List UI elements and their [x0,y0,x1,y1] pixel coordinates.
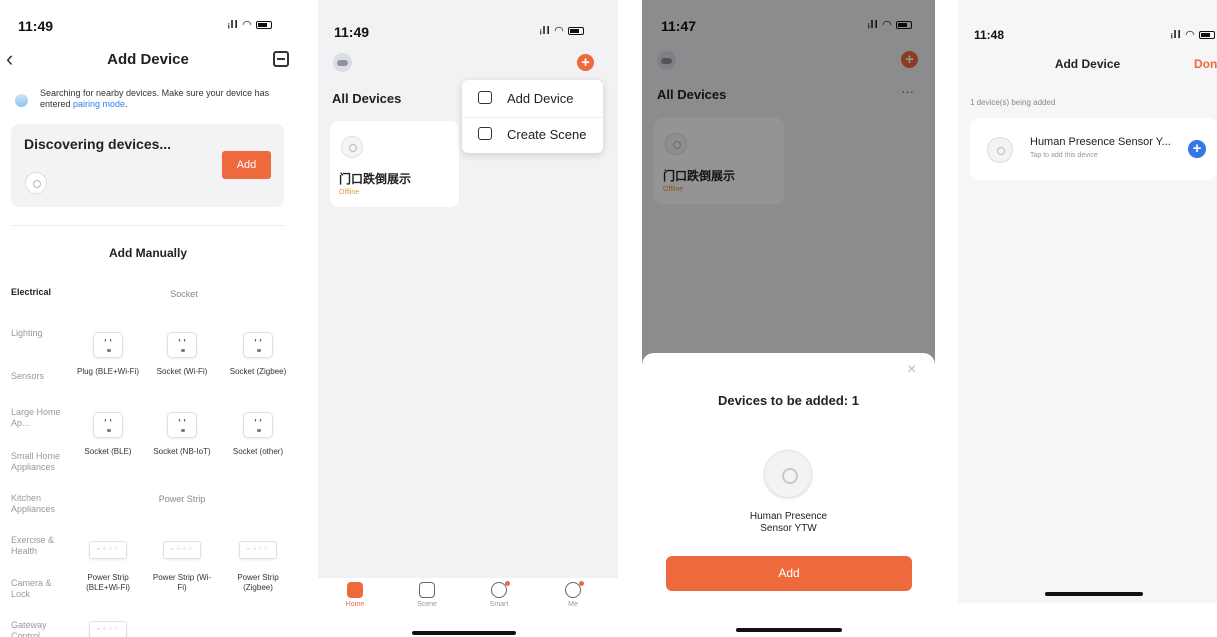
device-label[interactable]: Socket (other) [226,447,290,457]
socket-icon[interactable] [243,412,273,438]
adding-screen: 11:48 ᵢll ◠ Add Device Done 1 device(s) … [958,0,1217,603]
socket-icon[interactable] [167,412,197,438]
category-camera[interactable]: Camera & Lock [11,578,69,600]
plug-icon[interactable] [93,332,123,358]
sensor-device-icon [764,450,812,498]
category-exercise[interactable]: Exercise & Health [11,535,69,557]
notification-dot [505,581,510,586]
home-indicator [736,628,842,632]
scene-icon [419,582,435,598]
searching-text: Searching for nearby devices. Make sure … [40,88,270,109]
tab-home[interactable]: Home [331,582,379,608]
home-indicator [412,631,516,635]
sensor-device-icon [25,172,47,194]
all-devices-title: All Devices [332,91,402,106]
status-time: 11:49 [18,18,54,34]
tab-bar: Home Scene Smart Me [318,578,618,623]
socket-icon[interactable] [167,332,197,358]
home-screen: 11:49 ᵢll ◠ + All Devices 门口跌倒展示 Offline… [318,0,618,623]
menu-create-scene[interactable]: Create Scene [462,117,603,153]
add-button[interactable]: Add [222,151,271,179]
status-icons: ᵢll ◠ [1171,28,1216,41]
page-title: Add Device [1054,57,1121,71]
device-label[interactable]: Socket (BLE) [76,447,140,457]
add-button[interactable]: Add [666,556,912,591]
power-strip-icon[interactable]: ▫ ⁘⁘⁘ [89,541,127,559]
page-title: Add Device [107,51,189,68]
tab-me[interactable]: Me [549,582,597,608]
power-strip-icon[interactable]: ▫ ⁘⁘⁘ [239,541,277,559]
home-avatar[interactable] [333,53,352,72]
plus-icon[interactable]: + [577,54,594,71]
sheet-device-name: Human Presence Sensor YTW [749,511,828,534]
plus-icon[interactable]: + [1188,140,1206,158]
group-power-strip: Power Strip [158,494,206,504]
pairing-mode-link[interactable]: pairing mode [73,99,125,109]
add-menu-popup: Add Device Create Scene [462,80,603,153]
add-device-icon [478,91,492,104]
tab-scene[interactable]: Scene [403,582,451,608]
category-sensors[interactable]: Sensors [11,371,69,382]
bluetooth-search-icon [15,94,28,107]
device-name: Human Presence Sensor Y... [1030,136,1171,148]
status-icons: ᵢll ◠ [228,18,273,31]
socket-icon[interactable] [93,412,123,438]
create-scene-icon [478,127,492,140]
device-label[interactable]: Socket (NB-IoT) [150,447,214,457]
power-strip-icon[interactable]: ▫ ⁘⁘⁘ [89,621,127,637]
category-large-home[interactable]: Large Home Ap... [11,407,69,429]
add-device-screen: 11:49 ᵢll ◠ ‹ Add Device Searching for n… [0,0,296,637]
add-manually-title: Add Manually [108,246,187,260]
confirm-screen: 11:47 ᵢll ◠ + All Devices ··· 门口跌倒展示 Off… [642,0,935,620]
status-time: 11:49 [334,24,370,40]
category-gateway[interactable]: Gateway Control [11,620,69,637]
divider [11,225,284,226]
socket-icon[interactable] [243,332,273,358]
group-socket: Socket [170,289,198,299]
tab-smart[interactable]: Smart [475,582,523,608]
close-icon[interactable]: × [907,361,916,379]
home-icon [347,582,363,598]
scan-icon[interactable] [273,51,289,67]
device-label[interactable]: Plug (BLE+Wi-Fi) [76,367,140,377]
category-small-home[interactable]: Small Home Appliances [11,451,69,473]
discovering-card: Discovering devices... Add [11,124,284,207]
category-lighting[interactable]: Lighting [11,328,69,339]
device-card[interactable]: Human Presence Sensor Y... Tap to add th… [970,118,1217,180]
device-label[interactable]: Power Strip (BLE+Wi-Fi) [76,573,140,593]
sheet-title: Devices to be added: 1 [718,393,859,408]
power-strip-icon[interactable]: ▫ ⁘⁘⁘ [163,541,201,559]
notification-dot [579,581,584,586]
status-icons: ᵢll ◠ [540,24,585,37]
device-hint: Tap to add this device [1030,152,1098,159]
device-card[interactable]: 门口跌倒展示 Offline [330,121,459,207]
device-label[interactable]: Power Strip (Zigbee) [226,573,290,593]
discovering-title: Discovering devices... [24,136,172,152]
menu-add-device[interactable]: Add Device [462,81,603,117]
adding-subtitle: 1 device(s) being added [970,98,1056,107]
sensor-device-icon [341,136,363,158]
device-status: Offline [339,189,360,196]
bottom-sheet: × Devices to be added: 1 Human Presence … [642,353,935,620]
home-indicator [1045,592,1143,596]
device-label[interactable]: Socket (Zigbee) [226,367,290,377]
status-time: 11:48 [974,28,1005,42]
device-label[interactable]: Socket (Wi-Fi) [150,367,214,377]
device-label[interactable]: Power Strip (Wi-Fi) [150,573,214,593]
device-name: 门口跌倒展示 [339,172,412,186]
sensor-device-icon [987,137,1013,163]
done-button[interactable]: Done [1194,57,1217,71]
